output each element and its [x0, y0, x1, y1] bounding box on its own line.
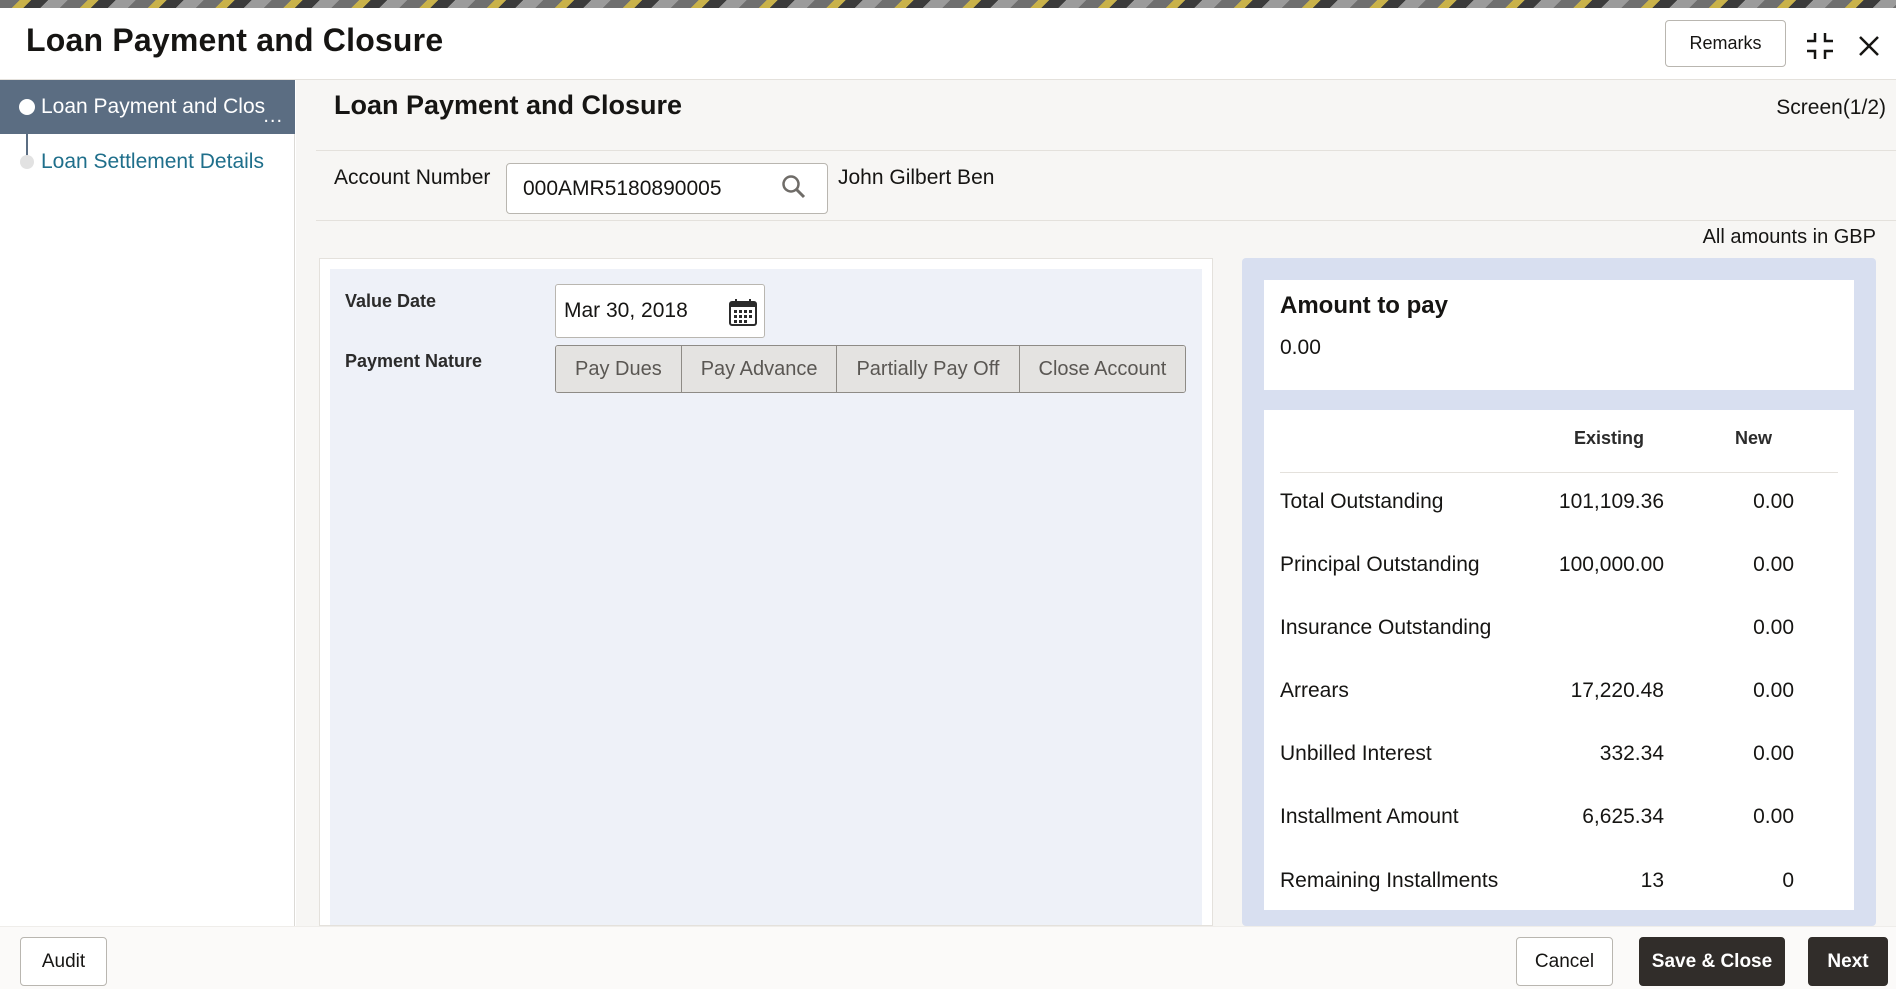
amount-to-pay-card: Amount to pay 0.00: [1264, 280, 1854, 390]
column-header-existing: Existing: [1574, 428, 1645, 448]
amount-to-pay-value: 0.00: [1280, 336, 1321, 359]
cancel-button[interactable]: Cancel: [1516, 937, 1613, 986]
payment-form: Value Date Mar 30, 2018 Payment Nature P…: [330, 269, 1202, 925]
divider: [316, 220, 1896, 221]
payment-nature-selector: Pay Dues Pay Advance Partially Pay Off C…: [555, 345, 1187, 393]
step-dot-icon: [20, 155, 34, 169]
table-row: Installment Amount 6,625.34 0.00: [1264, 797, 1854, 837]
row-label: Remaining Installments: [1280, 869, 1499, 892]
screen-indicator: Screen(1/2): [1776, 96, 1886, 119]
table-row: Principal Outstanding 100,000.00 0.00: [1264, 545, 1854, 585]
table-row: Arrears 17,220.48 0.00: [1264, 671, 1854, 711]
table-divider: [1280, 472, 1838, 473]
divider: [316, 150, 1896, 151]
minimize-icon[interactable]: [1802, 28, 1838, 64]
partially-pay-off-option[interactable]: Partially Pay Off: [837, 346, 1020, 392]
new-value: 0.00: [1753, 679, 1794, 702]
new-value: 0.00: [1753, 742, 1794, 765]
remarks-button[interactable]: Remarks: [1665, 20, 1786, 67]
amount-to-pay-label: Amount to pay: [1280, 292, 1448, 319]
table-row: Total Outstanding 101,109.36 0.00: [1264, 482, 1854, 522]
calendar-icon[interactable]: [728, 297, 758, 333]
existing-value: 101,109.36: [1558, 490, 1664, 513]
currency-note: All amounts in GBP: [1702, 226, 1876, 248]
new-value: 0.00: [1753, 616, 1794, 639]
existing-value: 6,625.34: [1582, 805, 1664, 828]
row-label: Arrears: [1280, 679, 1349, 702]
search-icon[interactable]: [781, 174, 807, 206]
save-and-close-button[interactable]: Save & Close: [1639, 937, 1785, 986]
account-holder-name: John Gilbert Ben: [838, 166, 995, 189]
sidebar-item-loan-settlement-details[interactable]: Loan Settlement Details: [0, 135, 295, 189]
account-number-label: Account Number: [334, 166, 491, 189]
payment-details-panel: Value Date Mar 30, 2018 Payment Nature P…: [319, 258, 1213, 926]
step-dot-icon: [19, 99, 35, 115]
sidebar: Loan Payment and Clos ... Loan Settlemen…: [0, 80, 295, 926]
row-label: Unbilled Interest: [1280, 742, 1432, 765]
page-title: Loan Payment and Closure: [334, 90, 683, 120]
pay-advance-option[interactable]: Pay Advance: [681, 346, 838, 392]
main-content: Loan Payment and Closure Screen(1/2) Acc…: [296, 80, 1896, 926]
row-label: Total Outstanding: [1280, 490, 1444, 513]
existing-value: 13: [1640, 869, 1664, 892]
next-button[interactable]: Next: [1808, 937, 1888, 986]
value-date-value: Mar 30, 2018: [564, 299, 688, 322]
new-value: 0.00: [1753, 805, 1794, 828]
row-label: Insurance Outstanding: [1280, 616, 1492, 639]
summary-panel: Amount to pay 0.00 Existing New Total Ou…: [1242, 258, 1876, 926]
new-value: 0: [1782, 869, 1794, 892]
table-row: Unbilled Interest 332.34 0.00: [1264, 734, 1854, 774]
column-header-new: New: [1735, 428, 1773, 448]
sidebar-item-label: Loan Settlement Details: [41, 150, 264, 173]
sidebar-item-label: Loan Payment and Clos: [41, 95, 266, 118]
outstanding-table: Existing New Total Outstanding 101,109.3…: [1264, 410, 1854, 910]
table-row: Insurance Outstanding 0.00: [1264, 608, 1854, 648]
close-icon[interactable]: [1851, 28, 1887, 64]
value-date-label: Value Date: [345, 291, 437, 311]
pay-dues-option[interactable]: Pay Dues: [556, 346, 682, 392]
payment-nature-label: Payment Nature: [345, 351, 483, 371]
new-value: 0.00: [1753, 490, 1794, 513]
existing-value: 332.34: [1599, 742, 1664, 765]
header-decoration: [0, 0, 1896, 8]
new-value: 0.00: [1753, 553, 1794, 576]
existing-value: 100,000.00: [1558, 553, 1664, 576]
table-row: Remaining Installments 13 0: [1264, 861, 1854, 901]
value-date-input[interactable]: Mar 30, 2018: [555, 284, 765, 338]
more-icon: ...: [263, 105, 283, 127]
row-label: Installment Amount: [1280, 805, 1459, 828]
page-header: Loan Payment and Closure Remarks: [0, 8, 1896, 80]
account-number-value: 000AMR5180890005: [523, 176, 722, 200]
existing-value: 17,220.48: [1570, 679, 1664, 702]
row-label: Principal Outstanding: [1280, 553, 1480, 576]
window-title: Loan Payment and Closure: [26, 22, 444, 58]
account-number-input[interactable]: 000AMR5180890005: [506, 163, 828, 214]
audit-button[interactable]: Audit: [20, 937, 107, 986]
sidebar-item-loan-payment-and-closure[interactable]: Loan Payment and Clos ...: [0, 80, 295, 134]
close-account-option[interactable]: Close Account: [1019, 346, 1186, 392]
footer-bar: Audit Cancel Save & Close Next: [0, 926, 1896, 989]
